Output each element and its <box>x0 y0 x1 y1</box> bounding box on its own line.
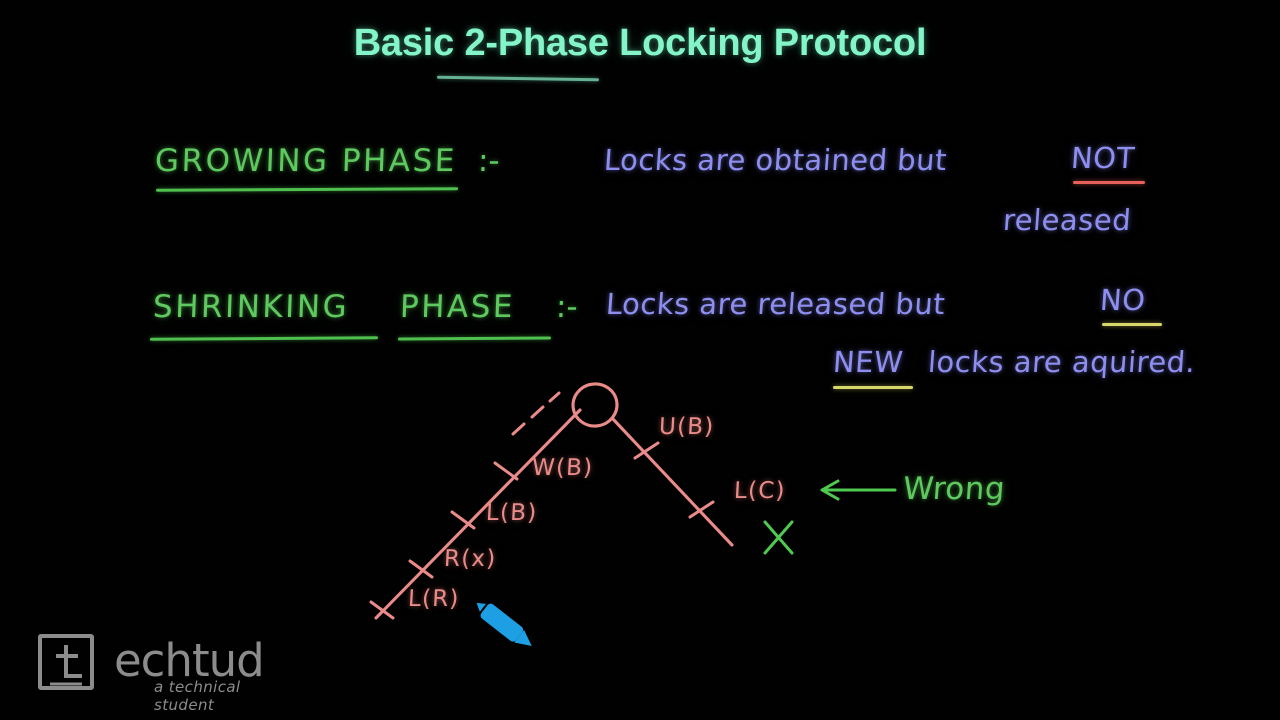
page-title: Basic 2-Phase Locking Protocol <box>353 22 927 64</box>
tick-mark-wb <box>493 461 519 481</box>
growing-phase-colon: :- <box>477 143 501 179</box>
growing-phase-line <box>374 408 582 620</box>
shrinking-phase-text-line1: Locks are released but <box>604 287 947 321</box>
diagram-label-lb: L(B) <box>485 500 539 526</box>
shrinking-phase-colon: :- <box>555 289 579 325</box>
shrinking-phase-emphasis-no: NO <box>1098 283 1147 317</box>
diagram-label-lr: L(R) <box>407 586 461 612</box>
cross-mark-icon <box>763 520 794 555</box>
pen-cursor-icon <box>476 602 532 647</box>
diagram-label-wb: W(B) <box>531 455 594 481</box>
growing-phase-emphasis-not: NOT <box>1069 141 1136 175</box>
shrinking-phase-text-line2: locks are aquired. <box>926 345 1197 379</box>
techtud-tagline: a technical student <box>154 678 241 714</box>
shrinking-phase-heading-word2: PHASE <box>399 289 516 325</box>
shrinking-word1-underline <box>149 336 379 341</box>
growing-phase-text-line2: released <box>1001 203 1133 237</box>
growing-phase-heading-underline <box>155 187 459 192</box>
wrong-arrow-icon <box>820 479 897 501</box>
dashed-extension-line <box>511 391 561 436</box>
growing-phase-heading: GROWING PHASE <box>154 143 458 179</box>
two-phase-locking-diagram: L(R) R(x) L(B) W(B) U(B) L(C) Wrong <box>340 380 1060 670</box>
no-underline <box>1102 323 1162 326</box>
slide-canvas: Basic 2-Phase Locking Protocol GROWING P… <box>0 0 1280 720</box>
diagram-label-ub: U(B) <box>658 414 716 440</box>
title-underline <box>436 75 600 82</box>
diagram-label-rx: R(x) <box>443 546 498 572</box>
shrinking-word2-underline <box>397 336 552 341</box>
shrinking-phase-heading-word1: SHRINKING <box>152 289 350 325</box>
diagram-label-lc: L(C) <box>733 478 787 504</box>
growing-phase-text-line1: Locks are obtained but <box>602 143 949 177</box>
apex-circle <box>571 382 619 428</box>
shrinking-phase-emphasis-new: NEW <box>831 345 905 379</box>
wrong-annotation: Wrong <box>901 471 1007 507</box>
techtud-logo: echtud a technical student <box>36 632 286 714</box>
not-underline <box>1073 181 1145 184</box>
